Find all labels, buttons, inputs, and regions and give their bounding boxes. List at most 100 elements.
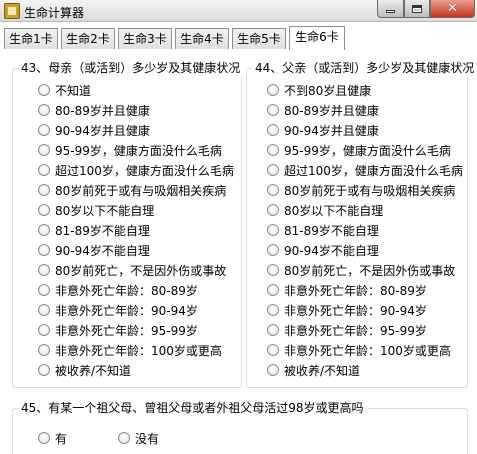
radio-button[interactable]: [38, 84, 50, 96]
radio-button[interactable]: [267, 244, 279, 256]
radio-button[interactable]: [267, 224, 279, 236]
mother-option-radio[interactable]: 非意外死亡年龄：90-94岁: [38, 302, 198, 318]
radio-button[interactable]: [38, 144, 50, 156]
radio-button[interactable]: [267, 324, 279, 336]
mother-option-radio[interactable]: 不知道: [38, 82, 91, 98]
radio-button[interactable]: [38, 244, 50, 256]
father-option-radio[interactable]: 90-94岁并且健康: [267, 122, 379, 138]
radio-button[interactable]: [38, 204, 50, 216]
radio-button[interactable]: [267, 144, 279, 156]
father-option-radio[interactable]: 被收养/不知道: [267, 362, 360, 378]
radio-button[interactable]: [267, 184, 279, 196]
radio-button[interactable]: [38, 284, 50, 296]
option-label: 90-94岁并且健康: [55, 123, 150, 138]
option-label: 90-94岁并且健康: [284, 123, 379, 138]
radio-button[interactable]: [38, 164, 50, 176]
mother-option-radio[interactable]: 80岁以下不能自理: [38, 202, 154, 218]
father-option-radio[interactable]: 超过100岁，健康方面没什么毛病: [267, 162, 463, 178]
option-label: 81-89岁不能自理: [55, 223, 150, 238]
maximize-button[interactable]: [404, 0, 430, 18]
option-label: 90-94岁不能自理: [55, 243, 150, 258]
maximize-icon: [412, 4, 422, 13]
close-button[interactable]: ✕: [430, 0, 475, 18]
mother-option-radio[interactable]: 80-89岁并且健康: [38, 102, 150, 118]
radio-button[interactable]: [267, 164, 279, 176]
father-option-radio[interactable]: 80岁前死亡，不是因外伤或事故: [267, 262, 455, 278]
grandparent-age-question: 45、有某一个祖父母、曾祖父母或者外祖父母活过98岁或更高吗: [19, 401, 366, 416]
radio-button[interactable]: [38, 364, 50, 376]
option-label: 不知道: [55, 83, 92, 98]
tab-card-1[interactable]: 生命1卡: [4, 28, 58, 49]
father-option-radio[interactable]: 非意外死亡年龄：90-94岁: [267, 302, 427, 318]
father-option-radio[interactable]: 95-99岁，健康方面没什么毛病: [267, 142, 451, 158]
father-option-radio[interactable]: 不到80岁且健康: [267, 82, 371, 98]
radio-button[interactable]: [38, 104, 50, 116]
radio-button[interactable]: [267, 344, 279, 356]
father-age-group: 44、父亲（或活到）多少岁及其健康状况 不到80岁且健康 80-89岁并且健康 …: [246, 61, 477, 388]
tab-card-4[interactable]: 生命4卡: [175, 28, 229, 49]
mother-option-radio[interactable]: 80岁前死亡，不是因外伤或事故: [38, 262, 226, 278]
grandparent-no-radio[interactable]: 没有: [118, 430, 159, 446]
father-option-radio[interactable]: 81-89岁不能自理: [267, 222, 379, 238]
mother-option-radio[interactable]: 非意外死亡年龄：80-89岁: [38, 282, 198, 298]
father-option-radio[interactable]: 90-94岁不能自理: [267, 242, 379, 258]
grandparent-yes-radio[interactable]: 有: [38, 430, 67, 446]
father-age-question: 44、父亲（或活到）多少岁及其健康状况: [253, 61, 477, 76]
radio-button[interactable]: [267, 204, 279, 216]
minimize-button[interactable]: [377, 0, 404, 18]
radio-button[interactable]: [38, 344, 50, 356]
radio-button[interactable]: [38, 184, 50, 196]
close-icon: ✕: [447, 1, 458, 16]
father-option-radio[interactable]: 非意外死亡年龄：80-89岁: [267, 282, 427, 298]
tab-card-5[interactable]: 生命5卡: [232, 28, 286, 49]
option-label: 95-99岁，健康方面没什么毛病: [284, 143, 451, 158]
title-bar: 生命计算器 ✕: [0, 0, 477, 22]
radio-button[interactable]: [38, 224, 50, 236]
option-label: 非意外死亡年龄：100岁或更高: [55, 343, 222, 358]
option-label: 80-89岁并且健康: [284, 103, 379, 118]
mother-option-radio[interactable]: 90-94岁并且健康: [38, 122, 150, 138]
option-label: 81-89岁不能自理: [284, 223, 379, 238]
option-label: 95-99岁，健康方面没什么毛病: [55, 143, 222, 158]
mother-option-radio[interactable]: 非意外死亡年龄：95-99岁: [38, 322, 198, 338]
mother-option-radio[interactable]: 80岁前死于或有与吸烟相关疾病: [38, 182, 226, 198]
father-option-radio[interactable]: 非意外死亡年龄：95-99岁: [267, 322, 427, 338]
option-label: 80岁前死于或有与吸烟相关疾病: [284, 183, 456, 198]
radio-button[interactable]: [38, 124, 50, 136]
tab-strip: 生命1卡 生命2卡 生命3卡 生命4卡 生命5卡 生命6卡: [0, 26, 477, 50]
mother-option-radio[interactable]: 被收养/不知道: [38, 362, 131, 378]
tab-card-6[interactable]: 生命6卡: [289, 26, 345, 50]
radio-button[interactable]: [38, 264, 50, 276]
mother-option-radio[interactable]: 95-99岁，健康方面没什么毛病: [38, 142, 222, 158]
option-label: 非意外死亡年龄：95-99岁: [284, 323, 427, 338]
tab-card-3[interactable]: 生命3卡: [118, 28, 172, 49]
radio-button[interactable]: [267, 84, 279, 96]
grandparent-age-group: 45、有某一个祖父母、曾祖父母或者外祖父母活过98岁或更高吗 有 没有: [12, 401, 468, 454]
father-option-radio[interactable]: 非意外死亡年龄：100岁或更高: [267, 342, 451, 358]
mother-option-radio[interactable]: 81-89岁不能自理: [38, 222, 150, 238]
father-option-radio[interactable]: 80-89岁并且健康: [267, 102, 379, 118]
radio-button[interactable]: [38, 432, 50, 444]
option-label: 超过100岁，健康方面没什么毛病: [284, 163, 463, 178]
radio-button[interactable]: [267, 304, 279, 316]
mother-option-radio[interactable]: 超过100岁，健康方面没什么毛病: [38, 162, 234, 178]
option-label: 80-89岁并且健康: [55, 103, 150, 118]
father-option-radio[interactable]: 80岁前死于或有与吸烟相关疾病: [267, 182, 455, 198]
mother-age-group: 43、母亲（或活到）多少岁及其健康状况 不知道 80-89岁并且健康 90-94…: [12, 61, 243, 388]
radio-button[interactable]: [267, 364, 279, 376]
radio-button[interactable]: [118, 432, 130, 444]
radio-button[interactable]: [267, 264, 279, 276]
radio-button[interactable]: [267, 124, 279, 136]
app-icon: [4, 3, 20, 19]
option-label: 超过100岁，健康方面没什么毛病: [55, 163, 234, 178]
tab-card-2[interactable]: 生命2卡: [61, 28, 115, 49]
mother-option-radio[interactable]: 非意外死亡年龄：100岁或更高: [38, 342, 222, 358]
radio-button[interactable]: [38, 304, 50, 316]
mother-option-radio[interactable]: 90-94岁不能自理: [38, 242, 150, 258]
father-option-radio[interactable]: 80岁以下不能自理: [267, 202, 383, 218]
option-label: 80岁以下不能自理: [55, 203, 155, 218]
radio-button[interactable]: [38, 324, 50, 336]
option-label: 非意外死亡年龄：90-94岁: [284, 303, 427, 318]
radio-button[interactable]: [267, 104, 279, 116]
radio-button[interactable]: [267, 284, 279, 296]
